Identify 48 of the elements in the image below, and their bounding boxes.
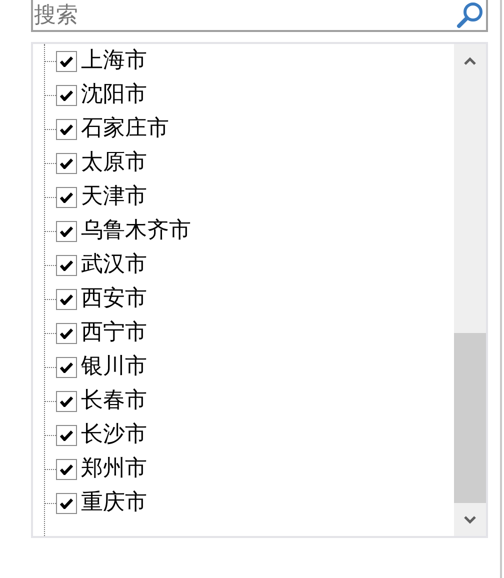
checkbox[interactable] <box>56 424 77 446</box>
checkbox[interactable] <box>56 50 77 72</box>
check-icon <box>60 362 73 372</box>
city-label[interactable]: 乌鲁木齐市 <box>81 220 191 242</box>
scrollbar[interactable] <box>454 44 486 536</box>
checkbox[interactable] <box>56 220 77 242</box>
city-label[interactable]: 沈阳市 <box>81 84 147 106</box>
check-icon <box>60 396 73 406</box>
check-icon <box>60 430 73 440</box>
check-icon <box>60 260 73 270</box>
check-icon <box>60 192 73 202</box>
check-icon <box>60 56 73 66</box>
check-icon <box>60 226 73 236</box>
scrollbar-thumb[interactable] <box>454 333 486 503</box>
city-label[interactable]: 郑州市 <box>81 458 147 480</box>
check-icon <box>60 90 73 100</box>
city-label[interactable]: 太原市 <box>81 152 147 174</box>
checkbox[interactable] <box>56 186 77 208</box>
checkbox[interactable] <box>56 254 77 276</box>
check-icon <box>60 294 73 304</box>
chevron-up-icon[interactable] <box>464 57 476 65</box>
checkbox[interactable] <box>56 84 77 106</box>
city-label[interactable]: 武汉市 <box>81 254 147 276</box>
checkbox[interactable] <box>56 288 77 310</box>
city-label[interactable]: 石家庄市 <box>81 118 169 140</box>
chevron-down-icon[interactable] <box>464 516 476 524</box>
checkbox[interactable] <box>56 322 77 344</box>
city-label[interactable]: 银川市 <box>81 356 147 378</box>
search-field[interactable]: 搜索 <box>31 0 488 32</box>
city-label[interactable]: 重庆市 <box>81 492 147 514</box>
city-label[interactable]: 长沙市 <box>81 424 147 446</box>
city-label[interactable]: 上海市 <box>81 50 147 72</box>
checkbox[interactable] <box>56 492 77 514</box>
city-label[interactable]: 长春市 <box>81 390 147 412</box>
city-label[interactable]: 西宁市 <box>81 322 147 344</box>
city-label[interactable]: 西安市 <box>81 288 147 310</box>
checkbox[interactable] <box>56 356 77 378</box>
checkbox[interactable] <box>56 152 77 174</box>
city-label[interactable]: 天津市 <box>81 186 147 208</box>
check-icon <box>60 464 73 474</box>
checkbox[interactable] <box>56 458 77 480</box>
check-icon <box>60 498 73 508</box>
check-icon <box>60 158 73 168</box>
checkbox[interactable] <box>56 390 77 412</box>
checkbox[interactable] <box>56 118 77 140</box>
check-icon <box>60 328 73 338</box>
check-icon <box>60 124 73 134</box>
search-icon[interactable] <box>455 0 485 30</box>
